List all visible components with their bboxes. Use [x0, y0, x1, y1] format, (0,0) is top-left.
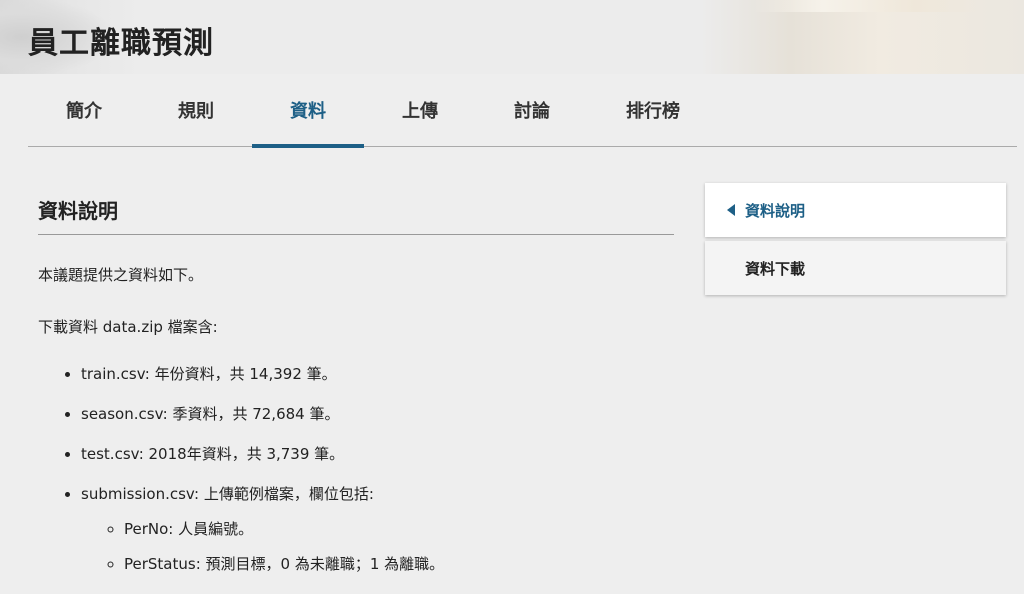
list-item: season.csv: 季資料，共 72,684 筆。: [81, 404, 444, 424]
file-list: train.csv: 年份資料，共 14,392 筆。 season.csv: …: [38, 364, 444, 594]
page-title: 員工離職預測: [28, 26, 214, 61]
file-item-text: season.csv: 季資料，共 72,684 筆。: [81, 405, 340, 423]
table-of-contents: 資料說明 資料下載: [705, 183, 1006, 299]
download-description: 下載資料 data.zip 檔案含:: [38, 318, 218, 336]
banner-decoration-right: [754, 0, 984, 12]
list-item: PerNo: 人員編號。: [124, 519, 444, 539]
caret-left-icon: [727, 204, 735, 216]
list-item: train.csv: 年份資料，共 14,392 筆。: [81, 364, 444, 384]
toc-item-data-description[interactable]: 資料說明: [705, 183, 1006, 237]
tab-upload[interactable]: 上傳: [364, 74, 476, 146]
toc-item-data-download[interactable]: 資料下載: [705, 241, 1006, 295]
header-banner: 員工離職預測: [0, 0, 1024, 74]
field-item-text: PerNo: 人員編號。: [124, 520, 254, 538]
toc-item-label: 資料下載: [745, 259, 806, 278]
file-item-text: test.csv: 2018年資料，共 3,739 筆。: [81, 445, 345, 463]
list-item: PerStatus: 預測目標，0 為未離職；1 為離職。: [124, 554, 444, 574]
tab-intro[interactable]: 簡介: [28, 74, 140, 146]
section-title: 資料說明: [38, 180, 674, 235]
tab-leaderboard[interactable]: 排行榜: [588, 74, 718, 146]
tab-discussion[interactable]: 討論: [476, 74, 588, 146]
file-item-text: submission.csv: 上傳範例檔案，欄位包括:: [81, 485, 374, 503]
toc-item-label: 資料說明: [745, 201, 806, 220]
tab-rules[interactable]: 規則: [140, 74, 252, 146]
file-item-text: train.csv: 年份資料，共 14,392 筆。: [81, 365, 337, 383]
field-item-text: PerStatus: 預測目標，0 為未離職；1 為離職。: [124, 555, 445, 573]
tab-bar: 簡介 規則 資料 上傳 討論 排行榜: [28, 74, 1017, 148]
data-description-section: 資料說明 本議題提供之資料如下。 下載資料 data.zip 檔案含: trai…: [38, 180, 674, 573]
list-item: submission.csv: 上傳範例檔案，欄位包括: PerNo: 人員編號…: [81, 484, 444, 574]
submission-field-list: PerNo: 人員編號。 PerStatus: 預測目標，0 為未離職；1 為離…: [81, 519, 444, 574]
intro-text: 本議題提供之資料如下。: [38, 266, 204, 284]
tab-data[interactable]: 資料: [252, 74, 364, 148]
list-item: test.csv: 2018年資料，共 3,739 筆。: [81, 444, 444, 464]
